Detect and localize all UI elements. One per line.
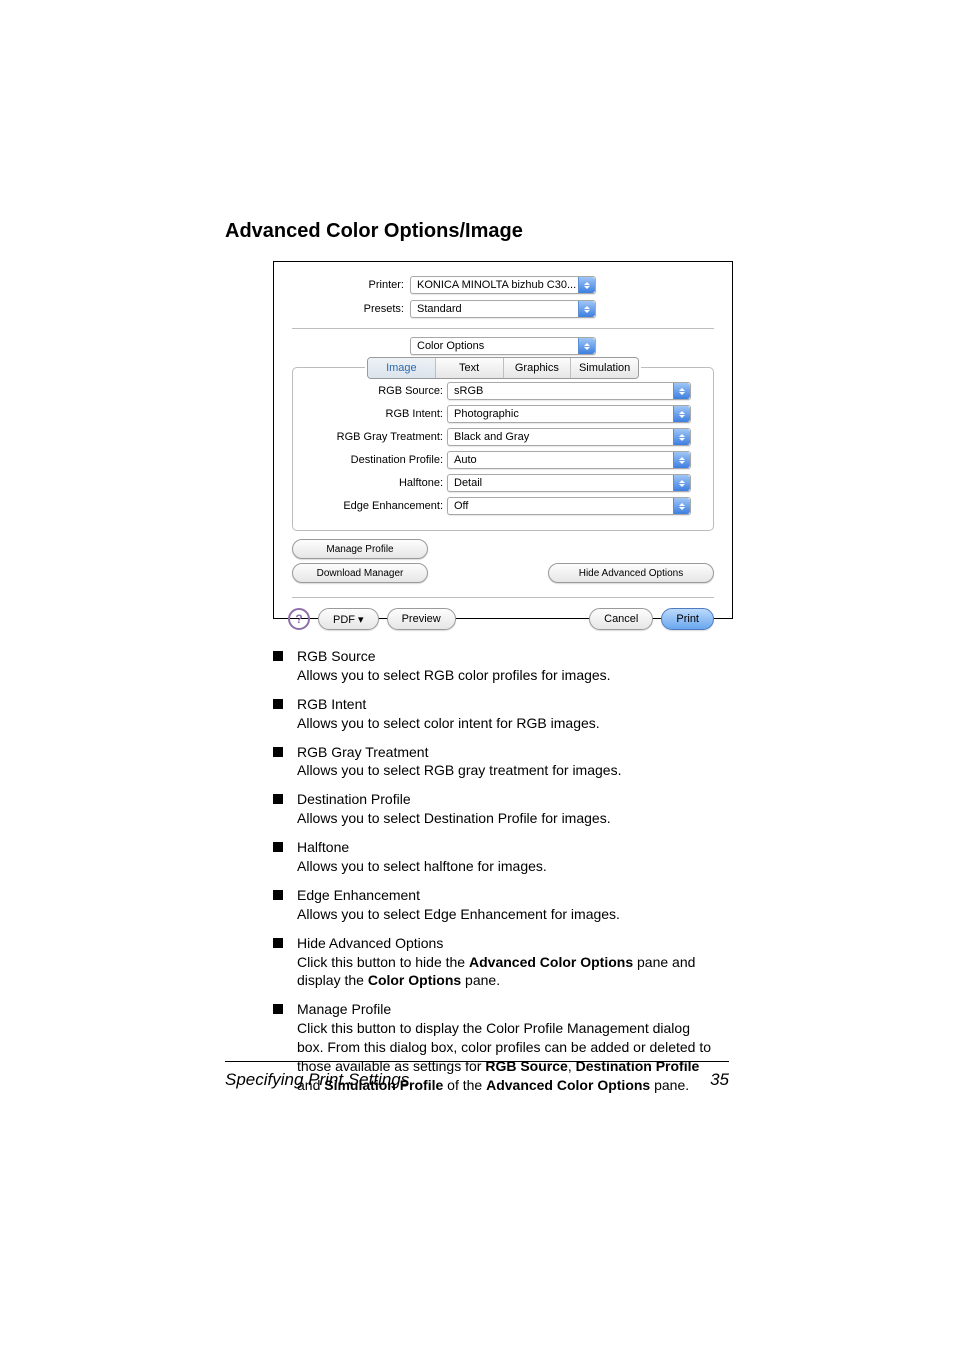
- rgb-gray-select[interactable]: Black and Gray: [447, 428, 691, 446]
- hide-advanced-button[interactable]: Hide Advanced Options: [548, 563, 714, 583]
- stepper-icon: [673, 452, 690, 468]
- list-item: Destination Profile Allows you to select…: [273, 790, 713, 828]
- dest-profile-label: Destination Profile:: [315, 454, 443, 466]
- rgb-gray-value: Black and Gray: [454, 431, 529, 443]
- edge-enh-select[interactable]: Off: [447, 497, 691, 515]
- desc: Click this button to hide the Advanced C…: [297, 953, 713, 991]
- term: Hide Advanced Options: [297, 934, 713, 953]
- download-manager-button[interactable]: Download Manager: [292, 563, 428, 583]
- section-heading: Advanced Color Options/Image: [225, 220, 729, 243]
- halftone-label: Halftone:: [315, 477, 443, 489]
- rgb-source-select[interactable]: sRGB: [447, 382, 691, 400]
- stepper-icon: [673, 498, 690, 514]
- list-item: Edge Enhancement Allows you to select Ed…: [273, 886, 713, 924]
- stepper-icon: [673, 429, 690, 445]
- desc: Allows you to select halftone for images…: [297, 857, 713, 876]
- options-group: Image Text Graphics Simulation RGB Sourc…: [292, 367, 714, 531]
- term: RGB Gray Treatment: [297, 743, 713, 762]
- divider: [292, 328, 714, 329]
- print-button[interactable]: Print: [661, 608, 714, 630]
- tab-graphics[interactable]: Graphics: [503, 358, 571, 378]
- term: Halftone: [297, 838, 713, 857]
- pane-select[interactable]: Color Options: [410, 337, 596, 355]
- page-number: 35: [710, 1070, 729, 1090]
- stepper-icon: [578, 338, 595, 354]
- halftone-select[interactable]: Detail: [447, 474, 691, 492]
- term: RGB Source: [297, 647, 713, 666]
- list-item: Hide Advanced Options Click this button …: [273, 934, 713, 991]
- rgb-source-value: sRGB: [454, 385, 483, 397]
- tab-text[interactable]: Text: [435, 358, 503, 378]
- preview-button[interactable]: Preview: [387, 608, 456, 630]
- printer-value: KONICA MINOLTA bizhub C30...: [417, 279, 576, 291]
- pdf-button[interactable]: PDF ▾: [318, 608, 379, 630]
- pane-value: Color Options: [417, 340, 484, 352]
- presets-value: Standard: [417, 303, 462, 315]
- rgb-gray-label: RGB Gray Treatment:: [315, 431, 443, 443]
- stepper-icon: [578, 277, 595, 293]
- presets-select[interactable]: Standard: [410, 300, 596, 318]
- term: RGB Intent: [297, 695, 713, 714]
- tab-simulation[interactable]: Simulation: [570, 358, 638, 378]
- desc: Allows you to select color intent for RG…: [297, 714, 713, 733]
- term: Manage Profile: [297, 1000, 713, 1019]
- rgb-source-label: RGB Source:: [315, 385, 443, 397]
- stepper-icon: [673, 383, 690, 399]
- page-footer: Specifying Print Settings 35: [225, 1061, 729, 1090]
- edge-enh-label: Edge Enhancement:: [315, 500, 443, 512]
- tab-bar: Image Text Graphics Simulation: [367, 357, 639, 379]
- printer-label: Printer:: [274, 279, 404, 291]
- list-item: RGB Intent Allows you to select color in…: [273, 695, 713, 733]
- help-button[interactable]: ?: [288, 608, 310, 630]
- printer-select[interactable]: KONICA MINOLTA bizhub C30...: [410, 276, 596, 294]
- cancel-button[interactable]: Cancel: [589, 608, 653, 630]
- rgb-intent-value: Photographic: [454, 408, 519, 420]
- stepper-icon: [673, 475, 690, 491]
- feature-list: RGB Source Allows you to select RGB colo…: [273, 647, 713, 1095]
- list-item: Halftone Allows you to select halftone f…: [273, 838, 713, 876]
- dest-profile-value: Auto: [454, 454, 477, 466]
- desc: Allows you to select Edge Enhancement fo…: [297, 905, 713, 924]
- desc: Allows you to select RGB gray treatment …: [297, 761, 713, 780]
- list-item: RGB Source Allows you to select RGB colo…: [273, 647, 713, 685]
- stepper-icon: [578, 301, 595, 317]
- rgb-intent-select[interactable]: Photographic: [447, 405, 691, 423]
- halftone-value: Detail: [454, 477, 482, 489]
- tab-image[interactable]: Image: [368, 358, 435, 378]
- term: Destination Profile: [297, 790, 713, 809]
- list-item: RGB Gray Treatment Allows you to select …: [273, 743, 713, 781]
- manage-profile-button[interactable]: Manage Profile: [292, 539, 428, 559]
- desc: Allows you to select Destination Profile…: [297, 809, 713, 828]
- term: Edge Enhancement: [297, 886, 713, 905]
- dest-profile-select[interactable]: Auto: [447, 451, 691, 469]
- desc: Allows you to select RGB color profiles …: [297, 666, 713, 685]
- footer-title: Specifying Print Settings: [225, 1070, 409, 1090]
- rgb-intent-label: RGB Intent:: [315, 408, 443, 420]
- presets-label: Presets:: [274, 303, 404, 315]
- edge-enh-value: Off: [454, 500, 468, 512]
- stepper-icon: [673, 406, 690, 422]
- print-dialog: Printer: KONICA MINOLTA bizhub C30... Pr…: [273, 261, 733, 619]
